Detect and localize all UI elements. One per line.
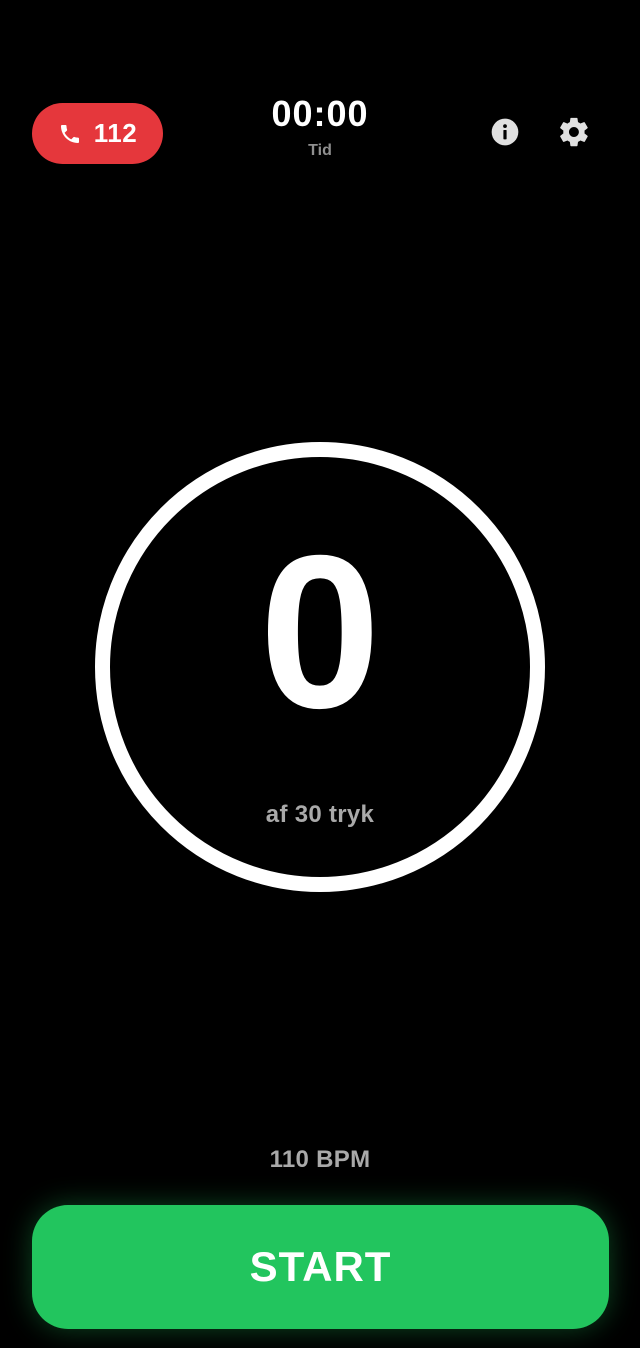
cpr-screen: 112 00:00 Tid 0 af 30 tryk 110 BPM START	[0, 0, 640, 1348]
phone-icon	[58, 122, 82, 146]
settings-button[interactable]	[555, 115, 593, 153]
info-icon	[489, 116, 521, 153]
info-button[interactable]	[487, 116, 523, 152]
timer: 00:00 Tid	[220, 92, 420, 160]
start-button-label: START	[249, 1243, 392, 1290]
start-button[interactable]: START	[32, 1205, 609, 1329]
timer-value: 00:00	[271, 93, 369, 134]
compression-target: af 30 tryk	[265, 801, 375, 828]
gear-icon	[557, 115, 591, 154]
tempo-label: 110 BPM	[269, 1146, 371, 1173]
compression-count: 0	[259, 511, 381, 754]
timer-label: Tid	[308, 142, 332, 159]
emergency-call-label: 112	[93, 118, 138, 148]
emergency-call-button[interactable]: 112	[32, 103, 163, 164]
